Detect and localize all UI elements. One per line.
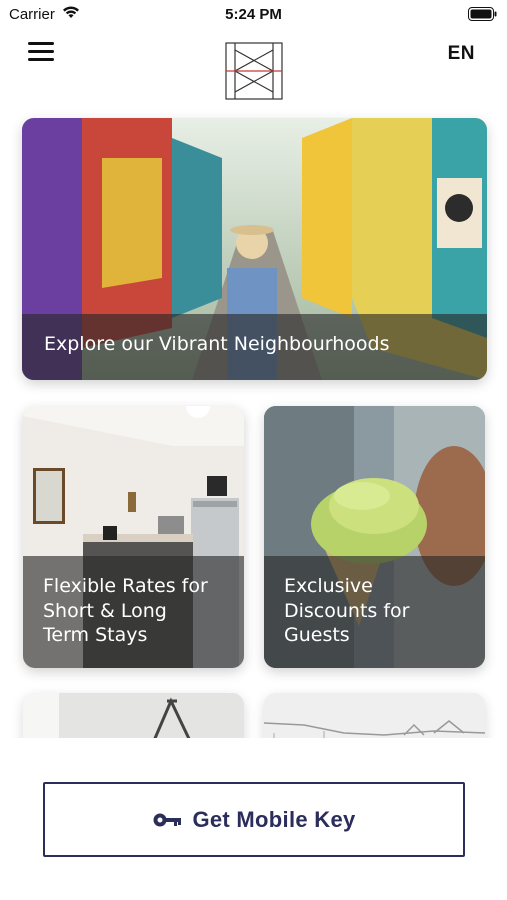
exclusive-discounts-card[interactable]: Exclusive Discounts for Guests bbox=[264, 406, 485, 668]
language-selector-button[interactable]: EN bbox=[448, 43, 475, 65]
content-scroll-area[interactable]: Explore our Vibrant Neighbourhoods Flexi… bbox=[0, 105, 507, 738]
partial-card-left[interactable] bbox=[23, 693, 244, 738]
hotel-logo-icon bbox=[225, 42, 283, 100]
app-header: EN bbox=[0, 30, 507, 105]
card-caption-overlay: Flexible Rates for Short & Long Term Sta… bbox=[23, 556, 244, 668]
flexible-rates-line-3: Term Stays bbox=[43, 624, 148, 646]
partial-card-left-image bbox=[23, 693, 244, 738]
neighbourhoods-card-title: Explore our Vibrant Neighbourhoods bbox=[44, 333, 390, 355]
get-mobile-key-label: Get Mobile Key bbox=[192, 806, 356, 832]
neighbourhoods-card[interactable]: Explore our Vibrant Neighbourhoods bbox=[22, 118, 487, 380]
partial-card-right[interactable] bbox=[264, 693, 485, 738]
key-icon bbox=[153, 813, 182, 826]
status-bar: Carrier 5:24 PM bbox=[0, 0, 507, 30]
get-mobile-key-button[interactable]: Get Mobile Key bbox=[43, 782, 465, 857]
status-time: 5:24 PM bbox=[225, 6, 282, 23]
exclusive-discounts-line-1: Exclusive bbox=[284, 575, 373, 597]
flexible-rates-line-1: Flexible Rates for bbox=[43, 575, 208, 597]
mobile-key-panel: Get Mobile Key bbox=[0, 738, 507, 900]
battery-icon bbox=[468, 7, 497, 21]
partial-card-right-image bbox=[264, 693, 485, 738]
flexible-rates-card[interactable]: Flexible Rates for Short & Long Term Sta… bbox=[23, 406, 244, 668]
flexible-rates-line-2: Short & Long bbox=[43, 599, 167, 622]
exclusive-discounts-line-3: Guests bbox=[284, 624, 350, 646]
card-caption-overlay: Exclusive Discounts for Guests bbox=[264, 556, 485, 668]
card-caption-overlay: Explore our Vibrant Neighbourhoods bbox=[22, 314, 487, 380]
exclusive-discounts-line-2: Discounts for bbox=[284, 599, 410, 622]
hamburger-menu-icon[interactable] bbox=[28, 42, 54, 62]
